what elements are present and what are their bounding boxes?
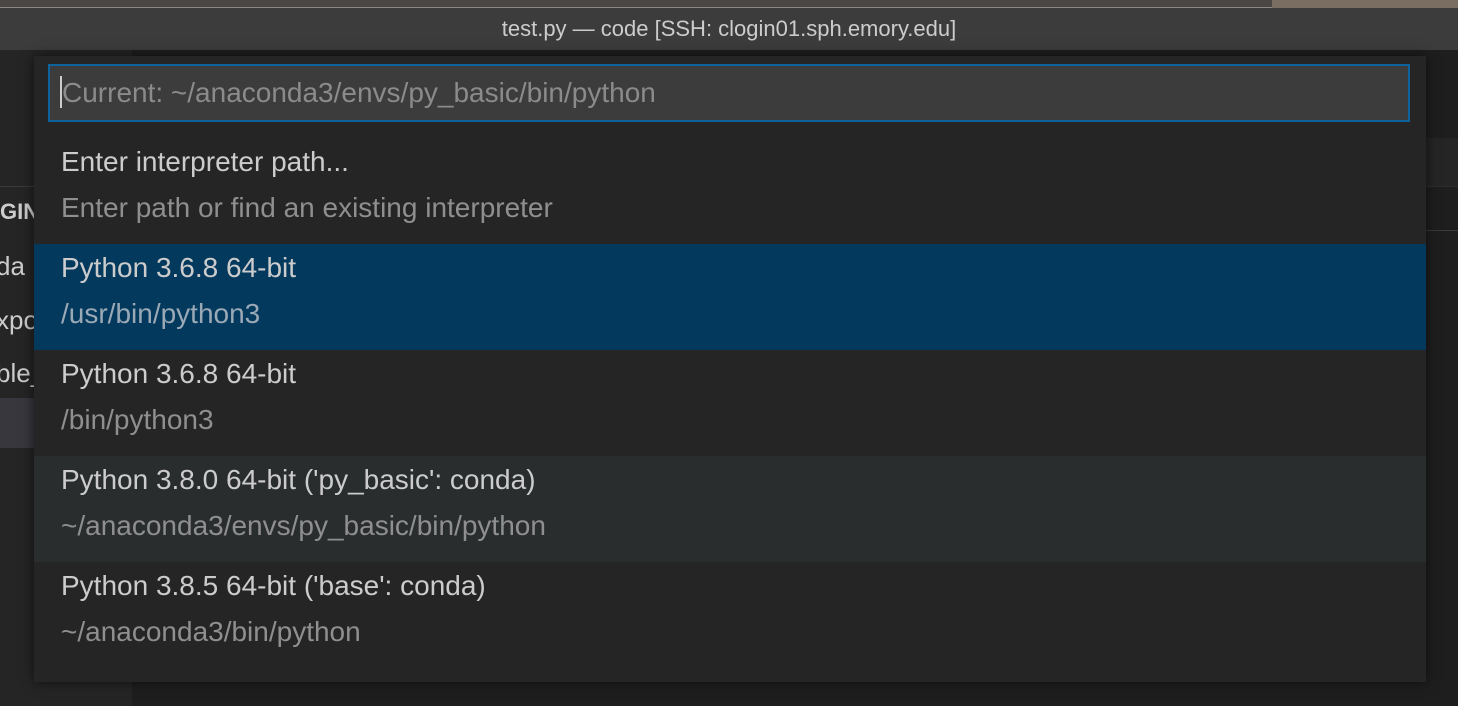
interpreter-option[interactable]: Python 3.6.8 64-bit/usr/bin/python3 xyxy=(34,244,1426,350)
interpreter-option[interactable]: Python 3.6.8 64-bit/bin/python3 xyxy=(34,350,1426,456)
wallpaper-image xyxy=(1272,0,1458,8)
text-cursor xyxy=(60,76,62,108)
option-description: /usr/bin/python3 xyxy=(61,298,261,329)
enter-interpreter-path-option[interactable]: Enter interpreter path... Enter path or f… xyxy=(34,138,1426,244)
option-label: Python 3.8.5 64-bit ('base': conda) xyxy=(61,570,486,601)
option-description: Enter path or find an existing interpret… xyxy=(61,192,553,223)
option-label: Enter interpreter path... xyxy=(61,146,349,177)
option-label: Python 3.6.8 64-bit xyxy=(61,252,297,283)
interpreter-search-input[interactable] xyxy=(48,64,1410,122)
option-description: ~/anaconda3/bin/python xyxy=(61,616,361,647)
interpreter-option[interactable]: Python 3.8.5 64-bit ('base': conda) ~/ana… xyxy=(34,562,1426,668)
option-label: Python 3.8.0 64-bit ('py_basic': conda) xyxy=(61,464,536,495)
desktop-wallpaper-strip xyxy=(0,0,1458,8)
option-description: /bin/python3 xyxy=(61,404,214,435)
interpreter-quick-pick: Enter interpreter path... Enter path or f… xyxy=(34,56,1426,682)
option-description: ~/anaconda3/envs/py_basic/bin/python xyxy=(61,510,546,541)
interpreter-option[interactable]: Python 3.8.0 64-bit ('py_basic': conda) ~… xyxy=(34,456,1426,562)
window-title: test.py — code [SSH: clogin01.sph.emory.… xyxy=(0,8,1458,50)
interpreter-list: Enter interpreter path... Enter path or f… xyxy=(34,138,1426,668)
option-label: Python 3.6.8 64-bit xyxy=(61,358,297,389)
divider xyxy=(1426,230,1458,231)
